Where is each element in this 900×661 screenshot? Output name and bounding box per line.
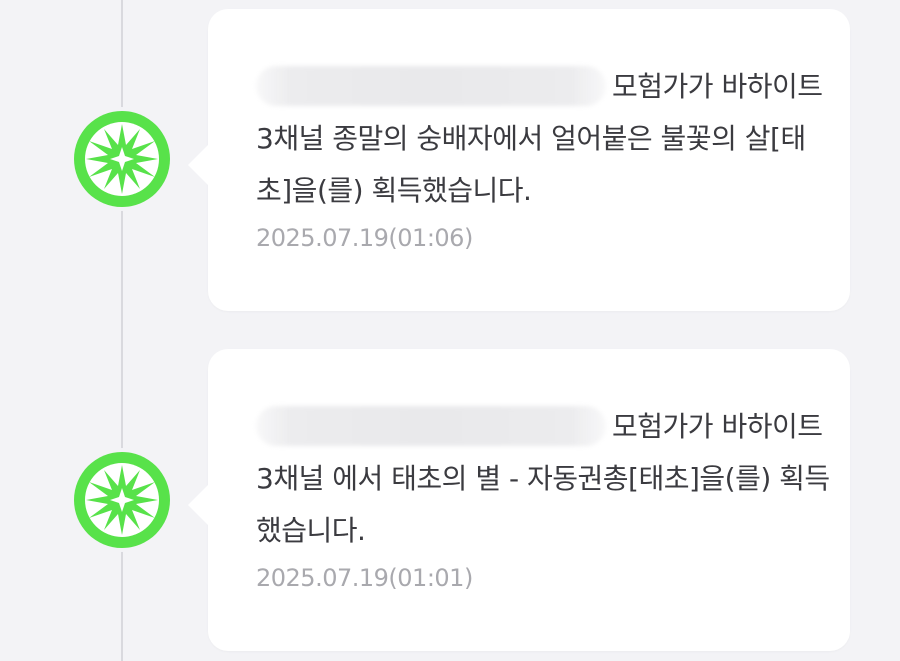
redacted-name (256, 66, 606, 106)
notification-message: 모험가가 바하이트 3채널 에서 태초의 별 - 자동권총[태초]을(를) 획득… (256, 401, 831, 557)
timestamp: 2025.07.19(01:06) (256, 224, 473, 252)
timeline-line (121, 0, 123, 661)
notification-message: 모험가가 바하이트 3채널 종말의 숭배자에서 얼어붙은 불꽃의 살[태초]을(… (256, 61, 831, 217)
green-burst-icon (74, 111, 170, 207)
redacted-name (256, 406, 606, 446)
green-burst-icon (74, 452, 170, 548)
timestamp: 2025.07.19(01:01) (256, 564, 473, 592)
notification-card[interactable]: 모험가가 바하이트 3채널 에서 태초의 별 - 자동권총[태초]을(를) 획득… (188, 349, 850, 651)
notification-card[interactable]: 모험가가 바하이트 3채널 종말의 숭배자에서 얼어붙은 불꽃의 살[태초]을(… (188, 9, 850, 311)
